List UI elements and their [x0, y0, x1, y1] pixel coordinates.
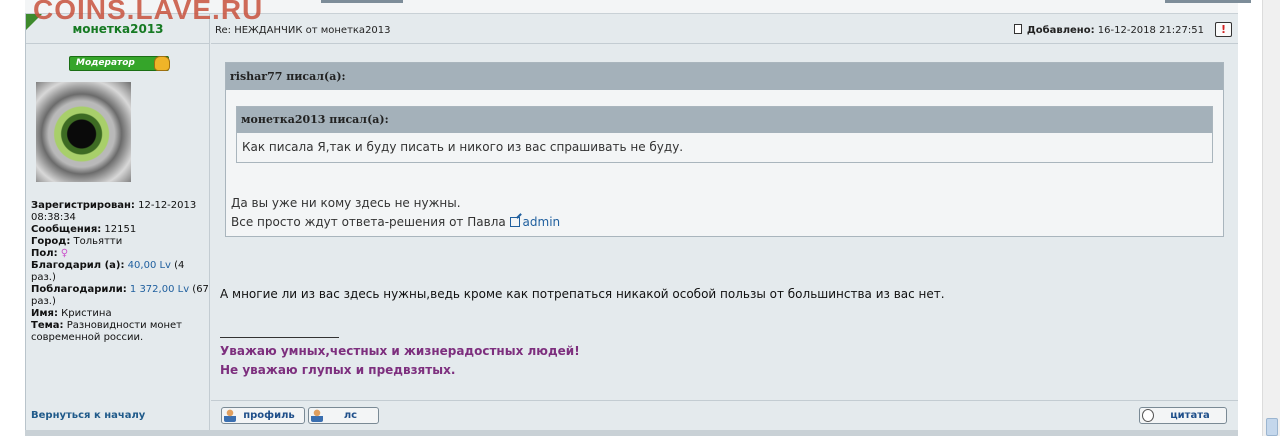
- quote-button[interactable]: цитата: [1139, 407, 1227, 424]
- external-link-icon: [509, 217, 520, 227]
- author-panel: монетка2013 Модератор Зарегистрирован: 1…: [26, 14, 210, 436]
- moderator-badge-label: Модератор: [76, 58, 135, 68]
- post-body-panel: Re: НЕЖДАНЧИК от монетка2013 Добавлено: …: [211, 14, 1238, 436]
- page-scrollbar[interactable]: [1262, 0, 1280, 436]
- scrollbar-thumb[interactable]: [1266, 418, 1278, 436]
- info-thanked: Благодарил (а): 40,00 Lv (4 раз.): [31, 260, 185, 283]
- signature-line-1: Уважаю умных,честных и жизнерадостных лю…: [220, 344, 580, 358]
- quote-block-inner: монетка2013 писал(а): Как писала Я,так и…: [236, 106, 1213, 163]
- profile-button[interactable]: профиль: [221, 407, 305, 424]
- site-watermark: COINS.LAVE.RU: [33, 0, 264, 25]
- speech-bubble-icon: [1142, 409, 1154, 422]
- avatar: [36, 82, 131, 182]
- report-button[interactable]: !: [1215, 22, 1232, 37]
- thanked-by-amount-link[interactable]: 1 372,00 Lv: [130, 284, 189, 295]
- user-icon: [224, 409, 236, 422]
- quote-inner-text: Как писала Я,так и буду писать и никого …: [242, 140, 684, 154]
- signature-line-2: Не уважаю глупых и предвзятых.: [220, 363, 456, 377]
- info-gender: Пол: ♀: [31, 248, 69, 259]
- info-registered: Зарегистрирован: 12-12-2013 08:38:34: [31, 200, 197, 223]
- quote-inner-header: монетка2013 писал(а):: [237, 107, 1212, 133]
- info-messages: Сообщения: 12151: [31, 224, 137, 235]
- signature-divider: [220, 337, 339, 338]
- forum-post: монетка2013 Модератор Зарегистрирован: 1…: [25, 14, 1238, 436]
- post-message: А многие ли из вас здесь нужны,ведь кром…: [220, 287, 945, 301]
- author-info: Зарегистрирован: 12-12-2013 08:38:34 Соо…: [31, 200, 209, 344]
- moderator-badge: Модератор: [69, 56, 170, 71]
- document-icon[interactable]: [1013, 24, 1022, 34]
- back-to-top-link[interactable]: Вернуться к началу: [31, 410, 145, 421]
- info-thanked-by: Поблагодарили: 1 372,00 Lv (67 раз.): [31, 284, 209, 307]
- post-subject: Re: НЕЖДАНЧИК от монетка2013: [215, 25, 391, 36]
- previous-button-edge: [321, 0, 403, 3]
- info-theme: Тема: Разновидности монет современной ро…: [31, 320, 182, 343]
- private-message-button[interactable]: лс: [308, 407, 379, 424]
- quote-outer-header: rishar77 писал(а):: [226, 63, 1223, 90]
- info-city: Город: Тольятти: [31, 236, 123, 247]
- post-footer-divider: [211, 400, 1238, 401]
- info-name: Имя: Кристина: [31, 308, 112, 319]
- admin-link[interactable]: admin: [523, 215, 561, 229]
- thanked-amount-link[interactable]: 40,00 Lv: [128, 260, 171, 271]
- previous-button-edge: [1165, 0, 1251, 3]
- next-post-edge: [25, 430, 1238, 436]
- quote-outer-text: Да вы уже ни кому здесь не нужны. Все пр…: [231, 196, 561, 229]
- post-date: Добавлено: 16-12-2018 21:27:51: [1013, 24, 1204, 36]
- users-icon: [311, 409, 323, 422]
- female-icon: ♀: [60, 248, 69, 259]
- post-header: Re: НЕЖДАНЧИК от монетка2013 Добавлено: …: [211, 14, 1238, 44]
- quote-block-outer: rishar77 писал(а): монетка2013 писал(а):…: [225, 62, 1224, 237]
- hand-icon: [154, 56, 170, 71]
